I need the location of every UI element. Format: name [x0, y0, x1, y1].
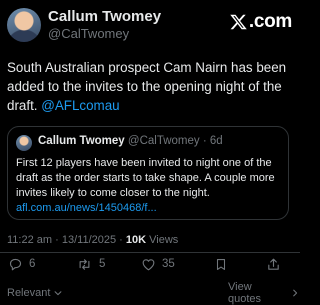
- heart-icon: [142, 258, 155, 270]
- like-button[interactable]: 35: [141, 256, 175, 272]
- tweet-timestamp: 11:22 am · 13/11/2025 · 10K Views: [7, 234, 179, 246]
- quote-author-name: Callum Twomey: [38, 135, 125, 147]
- sort-dropdown[interactable]: Relevant: [7, 286, 63, 300]
- divider: [0, 252, 300, 253]
- reply-button[interactable]: 6: [8, 256, 35, 272]
- tweet-text: South Australian prospect Cam Nairn has …: [7, 58, 293, 115]
- reply-icon: [9, 258, 22, 270]
- views-count: 10K: [125, 234, 147, 246]
- brand-label: .com: [248, 11, 292, 32]
- share-icon: [268, 258, 279, 270]
- view-quotes-link[interactable]: View quotes: [228, 281, 300, 305]
- tweet-time[interactable]: 11:22 am: [7, 234, 52, 246]
- quote-avatar: [16, 135, 32, 151]
- views-label: Views: [149, 234, 179, 246]
- chevron-right-icon: [293, 289, 298, 297]
- repost-icon: [79, 258, 90, 270]
- quote-text: First 12 players have been invited to ni…: [16, 156, 282, 216]
- author-handle[interactable]: @CalTwomey: [48, 26, 129, 41]
- quote-body: First 12 players have been invited to ni…: [16, 157, 275, 199]
- author-name[interactable]: Callum Twomey: [48, 8, 161, 25]
- share-button[interactable]: [266, 256, 281, 272]
- chevron-down-icon: [54, 291, 62, 296]
- sort-label: Relevant: [7, 287, 51, 299]
- x-brand: .com: [229, 11, 292, 33]
- author-avatar[interactable]: [7, 8, 41, 42]
- bookmark-button[interactable]: [214, 256, 228, 272]
- repost-button[interactable]: 5: [76, 256, 105, 272]
- tweet-date[interactable]: 13/11/2025: [62, 234, 116, 246]
- quoted-tweet-card[interactable]: Callum Twomey @CalTwomey · 6d First 12 p…: [7, 126, 289, 220]
- reply-count: 6: [29, 258, 36, 270]
- tweet-mention[interactable]: @AFLcomau: [41, 98, 119, 113]
- quote-author-handle: @CalTwomey: [127, 135, 200, 147]
- quote-link[interactable]: afl.com.au/news/1450468/f...: [16, 202, 157, 214]
- quote-header: Callum Twomey @CalTwomey · 6d: [38, 135, 223, 147]
- view-quotes-label: View quotes: [228, 281, 262, 305]
- like-count: 35: [162, 258, 175, 270]
- x-logo-icon: [230, 14, 247, 30]
- quote-age: 6d: [209, 135, 223, 147]
- bookmark-icon: [216, 258, 226, 270]
- repost-count: 5: [99, 258, 106, 270]
